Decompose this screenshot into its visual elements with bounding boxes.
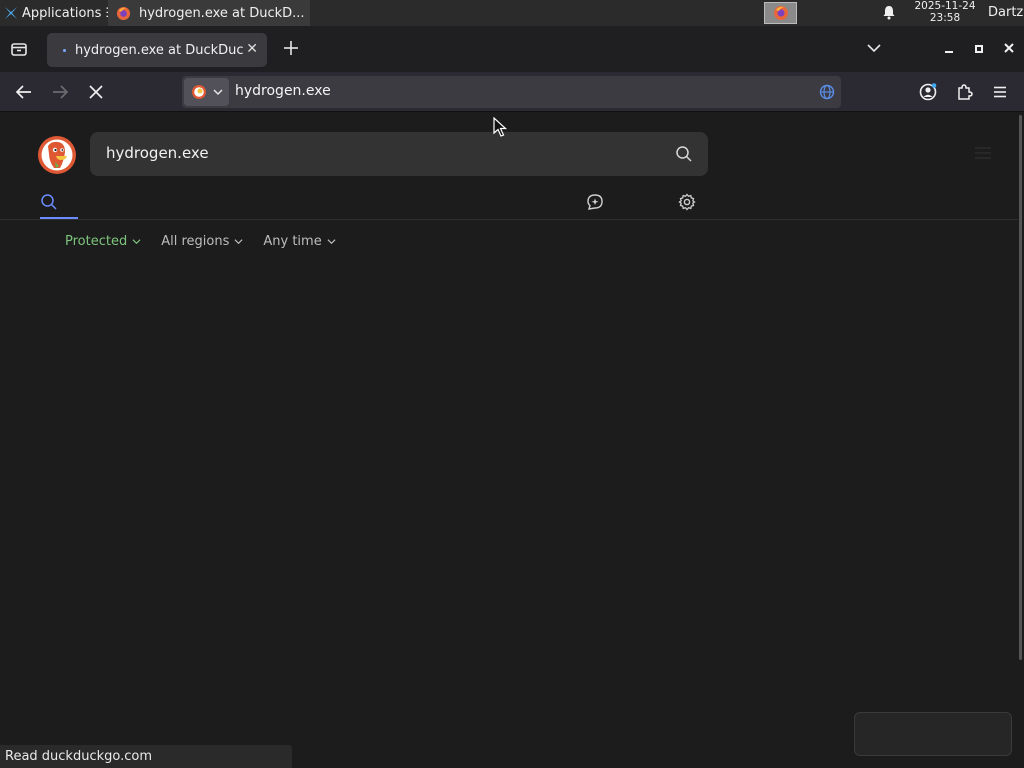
- site-identity-button[interactable]: [184, 78, 229, 106]
- maximize-icon[interactable]: [972, 37, 986, 59]
- minimize-icon[interactable]: [942, 37, 956, 59]
- filter-label: Any time: [263, 234, 322, 249]
- chevron-down-icon[interactable]: [866, 37, 882, 59]
- chevron-down-icon: [212, 89, 223, 96]
- account-icon[interactable]: [918, 82, 938, 102]
- desktop-top-panel: Applications ☰ hydrogen.exe at DuckD... …: [0, 0, 1024, 26]
- user-menu[interactable]: Dartz: [988, 0, 1023, 26]
- duckduckgo-site-icon: [191, 85, 206, 99]
- clock-time: 23:58: [929, 11, 961, 24]
- firefox-icon: [116, 6, 131, 20]
- xfce-icon: [5, 7, 17, 19]
- clock-date: 2025-11-24: [914, 0, 976, 12]
- chevron-down-icon: [234, 239, 243, 245]
- back-icon[interactable]: [14, 82, 34, 102]
- tab-loading-indicator: [63, 48, 66, 52]
- settings-gear-icon[interactable]: [678, 193, 696, 211]
- clock[interactable]: 2025-11-24 23:58: [908, 0, 982, 24]
- active-tab-underline: [40, 217, 78, 219]
- bell-icon[interactable]: [882, 5, 896, 20]
- navigation-toolbar: hydrogen.exe: [0, 72, 1024, 112]
- search-icon[interactable]: [40, 193, 58, 211]
- filter-label: Protected: [65, 234, 128, 249]
- filter-time[interactable]: Any time: [263, 234, 336, 249]
- tab-title: hydrogen.exe at DuckDuckGo: [75, 42, 243, 58]
- search-filters: Protected All regions Any time: [65, 234, 336, 249]
- url-text: hydrogen.exe: [235, 83, 331, 99]
- web-page-content: hydrogen.exe Protected All regions Any t…: [0, 113, 1018, 768]
- duck-ai-chat-icon[interactable]: [586, 193, 604, 211]
- forward-icon[interactable]: [50, 82, 70, 102]
- chevron-down-icon: [132, 239, 141, 245]
- address-bar[interactable]: hydrogen.exe: [182, 76, 841, 108]
- browser-tab-active[interactable]: hydrogen.exe at DuckDuckGo ✕: [47, 33, 267, 67]
- mouse-cursor-icon: [493, 117, 507, 137]
- extensions-icon[interactable]: [954, 82, 974, 102]
- filter-region[interactable]: All regions: [161, 234, 243, 249]
- list-all-tabs-icon[interactable]: [10, 40, 28, 58]
- filter-safe-search[interactable]: Protected: [65, 234, 141, 249]
- scrollbar-thumb[interactable]: [1019, 115, 1022, 660]
- taskbar-window-title: hydrogen.exe at DuckD...: [139, 5, 305, 21]
- applications-menu-button[interactable]: Applications ☰: [0, 0, 108, 26]
- notification-panel: [854, 712, 1012, 756]
- filter-label: All regions: [161, 234, 230, 249]
- new-tab-icon[interactable]: [280, 37, 302, 59]
- stop-icon[interactable]: [86, 82, 106, 102]
- page-scrollbar[interactable]: [1018, 113, 1024, 768]
- globe-icon[interactable]: [819, 84, 835, 100]
- search-type-tabs: [0, 187, 1018, 220]
- menu-icon[interactable]: [990, 82, 1010, 102]
- menu-icon[interactable]: [975, 147, 991, 159]
- taskbar-window-button[interactable]: hydrogen.exe at DuckD...: [108, 0, 310, 26]
- duckduckgo-logo[interactable]: [37, 135, 77, 175]
- search-query: hydrogen.exe: [106, 144, 209, 162]
- search-box[interactable]: hydrogen.exe: [90, 132, 708, 176]
- search-icon[interactable]: [675, 145, 693, 163]
- tray-firefox-button[interactable]: [764, 2, 797, 24]
- firefox-icon: [773, 6, 788, 20]
- status-bar: Read duckduckgo.com: [0, 745, 292, 768]
- close-icon[interactable]: [1002, 37, 1016, 59]
- chevron-down-icon: [327, 239, 336, 245]
- applications-label: Applications ☰: [22, 5, 108, 21]
- close-icon[interactable]: ✕: [246, 41, 258, 57]
